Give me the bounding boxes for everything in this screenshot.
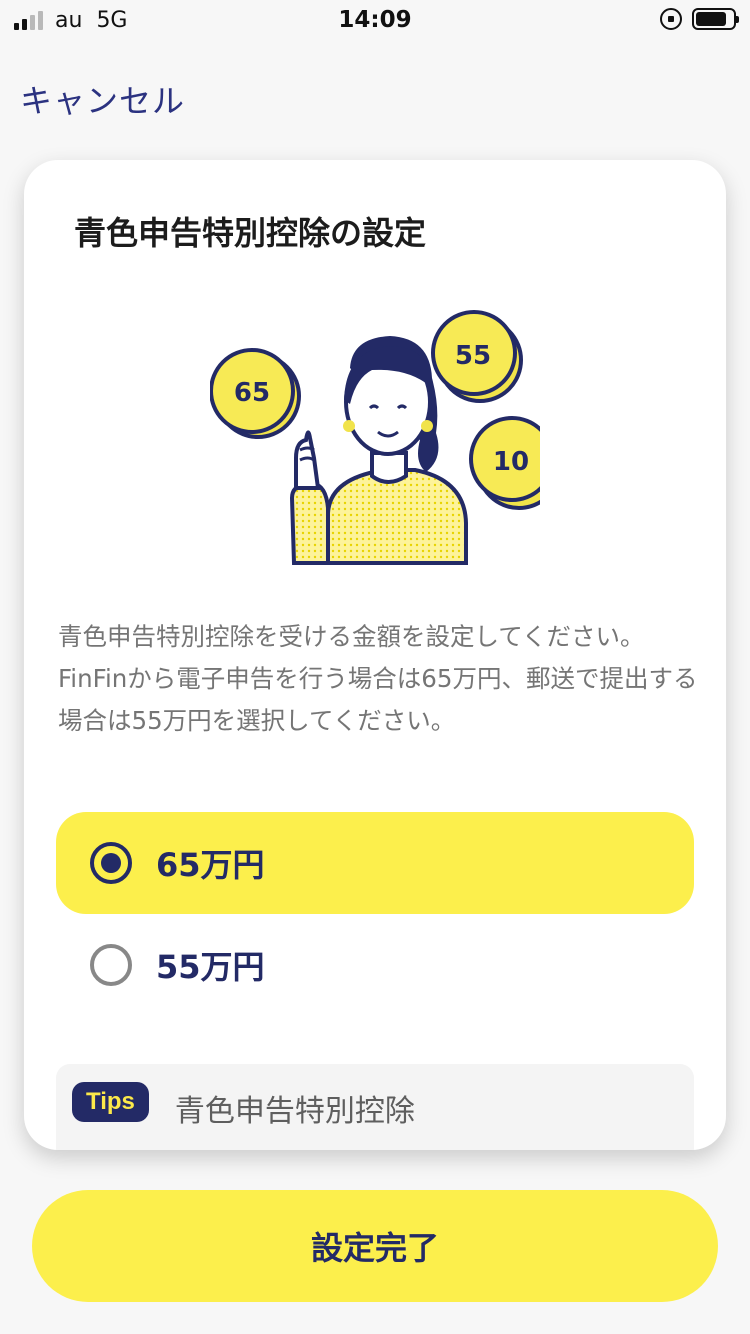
settings-card: 青色申告特別控除の設定 65 55 10 青色申告特別控除を受ける金額を設定して… [24, 160, 726, 1150]
tips-text: 青色申告特別控除 [174, 1094, 415, 1129]
coin-label-65: 65 [234, 378, 270, 408]
description-line-1: 青色申告特別控除を受ける金額を設定してください。 [58, 622, 645, 651]
carrier-label: au [55, 7, 83, 33]
network-label: 5G [96, 7, 128, 33]
coin-icon: 65 [210, 348, 301, 439]
page-title: 青色申告特別控除の設定 [74, 214, 427, 252]
coin-icon: 10 [469, 416, 540, 510]
status-bar: au 5G 14:09 [0, 0, 750, 40]
coin-label-55: 55 [455, 341, 491, 371]
option-label: 65万円 [156, 846, 265, 884]
signal-icon [14, 10, 43, 30]
cancel-button[interactable]: キャンセル [20, 76, 185, 122]
description: 青色申告特別控除を受ける金額を設定してください。 FinFinから電子申告を行う… [58, 616, 698, 742]
option-65man[interactable]: 65万円 [56, 812, 694, 914]
radio-selected-icon[interactable] [90, 842, 132, 884]
option-55man[interactable]: 55万円 [56, 914, 694, 1016]
illustration: 65 55 10 [210, 310, 540, 565]
coin-label-10: 10 [493, 447, 529, 477]
description-line-2: FinFinから電子申告を行う場合は65万円、郵送で提出する場合は55万円を選択… [58, 664, 698, 735]
option-label: 55万円 [156, 948, 265, 986]
submit-button[interactable]: 設定完了 [32, 1190, 718, 1302]
battery-icon [692, 8, 739, 30]
radio-unselected-icon[interactable] [90, 944, 132, 986]
coin-icon: 55 [431, 310, 523, 403]
tips-box[interactable]: Tips 青色申告特別控除 [56, 1064, 694, 1150]
rotation-lock-icon [660, 8, 682, 30]
tips-badge: Tips [72, 1082, 149, 1122]
